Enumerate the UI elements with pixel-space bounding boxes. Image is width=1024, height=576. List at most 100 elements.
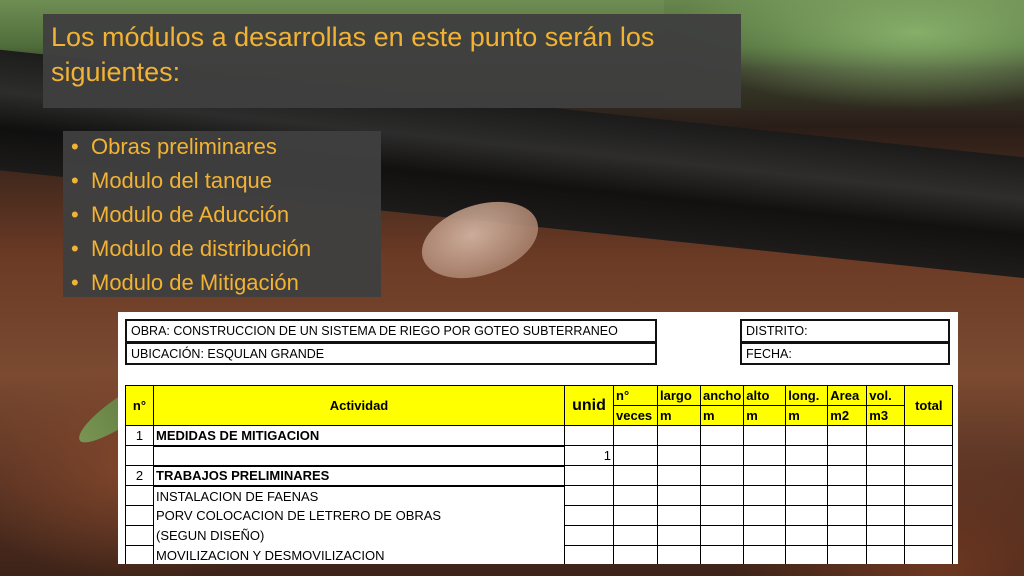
cell bbox=[827, 505, 868, 526]
cell bbox=[657, 505, 701, 526]
row-activity bbox=[153, 445, 565, 467]
ubicacion-field: UBICACIÓN: ESQULAN GRANDE bbox=[125, 342, 657, 365]
row-activity: (SEGUN DISEÑO) bbox=[153, 525, 565, 546]
bullet-item: • Modulo de Aducción bbox=[71, 198, 311, 232]
table-row: MOVILIZACION Y DESMOVILIZACION bbox=[125, 545, 954, 564]
bullet-list: • Obras preliminares • Modulo del tanque •… bbox=[71, 130, 311, 300]
cell bbox=[613, 545, 658, 564]
bullet-text: Modulo del tanque bbox=[91, 168, 273, 193]
row-number bbox=[125, 545, 154, 564]
cell bbox=[657, 425, 701, 446]
cell bbox=[866, 505, 906, 526]
cell bbox=[785, 525, 829, 546]
cell bbox=[904, 525, 954, 546]
cell bbox=[564, 545, 614, 564]
cell bbox=[657, 465, 701, 486]
cell bbox=[613, 505, 658, 526]
cell bbox=[699, 425, 745, 446]
cell bbox=[866, 465, 906, 486]
row-activity: INSTALACION DE FAENAS bbox=[153, 485, 565, 506]
bullet-item: • Modulo del tanque bbox=[71, 164, 311, 198]
row-number: 2 bbox=[125, 465, 154, 486]
cell bbox=[564, 505, 614, 526]
col-unid-header: unid bbox=[564, 385, 614, 426]
title-box: Los módulos a desarrollas en este punto … bbox=[43, 14, 741, 108]
table-row: 1 bbox=[125, 445, 954, 467]
cell bbox=[785, 465, 829, 486]
cell bbox=[699, 465, 745, 486]
cell bbox=[743, 545, 787, 564]
activity-table: n° Actividad unid n° largo ancho alto lo… bbox=[125, 385, 954, 564]
bullet-item: • Modulo de Mitigación bbox=[71, 266, 311, 300]
table-row: 1 MEDIDAS DE MITIGACION bbox=[125, 425, 954, 447]
cell bbox=[743, 465, 787, 486]
cell bbox=[866, 425, 906, 446]
col-alto-header-bottom: m bbox=[743, 405, 787, 426]
col-vol-header-bottom: m3 bbox=[866, 405, 906, 426]
cell bbox=[613, 465, 658, 486]
spreadsheet-image: OBRA: CONSTRUCCION DE UN SISTEMA DE RIEG… bbox=[118, 312, 958, 564]
col-long-header-top: long. bbox=[785, 385, 829, 406]
cell bbox=[904, 425, 954, 446]
cell bbox=[904, 445, 954, 466]
distrito-field: DISTRITO: bbox=[740, 319, 950, 343]
cell bbox=[827, 445, 868, 466]
cell bbox=[699, 545, 745, 564]
col-n-header: n° bbox=[125, 385, 154, 426]
cell bbox=[866, 545, 906, 564]
cell bbox=[785, 485, 829, 506]
cell bbox=[743, 505, 787, 526]
row-activity: PORV COLOCACION DE LETRERO DE OBRAS bbox=[153, 505, 565, 526]
bullet-icon: • bbox=[71, 270, 79, 295]
col-vol-header-top: vol. bbox=[866, 385, 906, 406]
col-long-header-bottom: m bbox=[785, 405, 829, 426]
obra-field: OBRA: CONSTRUCCION DE UN SISTEMA DE RIEG… bbox=[125, 319, 657, 343]
col-actividad-header: Actividad bbox=[153, 385, 565, 426]
bullet-text: Modulo de Aducción bbox=[91, 202, 290, 227]
cell bbox=[785, 505, 829, 526]
cell bbox=[785, 425, 829, 446]
row-number bbox=[125, 525, 154, 546]
col-area-header-top: Area bbox=[827, 385, 868, 406]
bullet-text: Modulo de distribución bbox=[91, 236, 312, 261]
col-area-header-bottom: m2 bbox=[827, 405, 868, 426]
cell bbox=[743, 445, 787, 466]
cell bbox=[866, 485, 906, 506]
row-number bbox=[125, 485, 154, 506]
cell bbox=[866, 445, 906, 466]
row-veces: 1 bbox=[564, 445, 614, 466]
cell bbox=[564, 485, 614, 506]
cell bbox=[743, 425, 787, 446]
col-total-header: total bbox=[904, 385, 954, 426]
cell bbox=[827, 465, 868, 486]
cell bbox=[657, 525, 701, 546]
fecha-field: FECHA: bbox=[740, 342, 950, 365]
col-ancho-header-bottom: m bbox=[699, 405, 745, 426]
bullet-text: Modulo de Mitigación bbox=[91, 270, 299, 295]
cell bbox=[564, 465, 614, 486]
bullet-icon: • bbox=[71, 236, 79, 261]
cell bbox=[699, 485, 745, 506]
cell bbox=[699, 505, 745, 526]
cell bbox=[904, 505, 954, 526]
row-activity: MOVILIZACION Y DESMOVILIZACION bbox=[153, 545, 565, 564]
cell bbox=[827, 525, 868, 546]
col-ancho-header-top: ancho bbox=[699, 385, 745, 406]
cell bbox=[564, 425, 614, 446]
header-row-top: n° Actividad unid n° largo ancho alto lo… bbox=[125, 385, 954, 426]
bullet-icon: • bbox=[71, 202, 79, 227]
table-row: (SEGUN DISEÑO) bbox=[125, 525, 954, 546]
col-veces-header-bottom: veces bbox=[613, 405, 658, 426]
cell bbox=[657, 485, 701, 506]
cell bbox=[613, 425, 658, 446]
row-number: 1 bbox=[125, 425, 154, 446]
cell bbox=[904, 485, 954, 506]
cell bbox=[699, 525, 745, 546]
cell bbox=[785, 445, 829, 466]
bullet-item: • Modulo de distribución bbox=[71, 232, 311, 266]
cell bbox=[827, 425, 868, 446]
cell bbox=[613, 485, 658, 506]
cell bbox=[613, 525, 658, 546]
bullet-icon: • bbox=[71, 134, 79, 159]
row-number bbox=[125, 505, 154, 526]
